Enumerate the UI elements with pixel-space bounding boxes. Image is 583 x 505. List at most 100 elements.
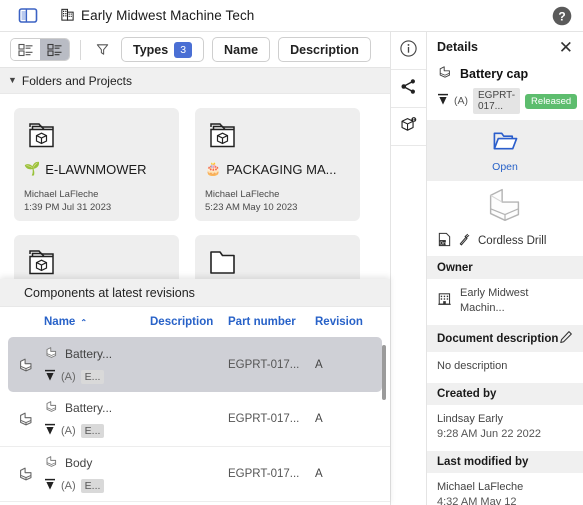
table-cell-part-number: EGPRT-017... — [228, 413, 300, 425]
details-section-label: Last modified by — [437, 456, 529, 468]
details-title: Details — [437, 40, 478, 54]
row-name-text: Battery... — [65, 346, 113, 361]
filter-chip-label: Types — [133, 42, 169, 57]
project-folder-icon — [207, 120, 350, 154]
table-row[interactable]: Body (A) E... EGPRT-017... A — [0, 447, 390, 502]
part-icon — [44, 345, 59, 363]
filter-chip-description[interactable]: Description — [278, 37, 371, 62]
pencil-edit-icon[interactable] — [559, 330, 573, 347]
workspace-title: Early Midwest Machine Tech — [60, 7, 254, 25]
sidebar-panel-icon[interactable] — [18, 7, 38, 24]
row-name-line: Battery... — [44, 399, 150, 417]
project-folder-icon — [26, 247, 169, 281]
details-identity: Battery cap (A) EGPRT-017... Released — [427, 62, 583, 120]
folder-card-owner: Michael LaFleche — [205, 189, 280, 200]
row-name-line: Battery... — [44, 345, 150, 363]
details-item-name-row: Battery cap — [437, 64, 573, 83]
details-modified-value: Michael LaFleche 4:32 AM May 12 — [427, 473, 583, 505]
toolbar-divider — [80, 39, 81, 60]
table-row[interactable]: Battery... (A) E... EGPRT-017... A — [0, 392, 390, 447]
document-icon: On — [437, 232, 452, 250]
details-owner-name: Early Midwest Machin... — [460, 287, 529, 314]
revision-marker-icon — [44, 478, 56, 494]
table-scrollbar[interactable] — [382, 345, 386, 400]
filter-count-badge: 3 — [174, 41, 193, 58]
row-revision-line: (A) E... — [44, 369, 150, 385]
folder-card-name-row: 🎂 PACKAGING MA... — [205, 161, 350, 177]
row-name-text: Body — [65, 456, 93, 470]
revision-marker-icon — [437, 93, 449, 109]
column-header-name[interactable]: Name ⌃ — [44, 316, 150, 328]
folder-card-name: PACKAGING MA... — [226, 161, 337, 177]
row-revision-chip: E... — [80, 479, 105, 493]
folder-card-name: E-LAWNMOWER — [45, 161, 147, 177]
right-icon-rail — [390, 32, 426, 505]
share-icon — [399, 77, 418, 101]
project-folder-icon — [26, 120, 169, 154]
folder-card-modified: 1:39 PM Jul 31 2023 — [24, 202, 112, 213]
tree-view-icon[interactable] — [40, 39, 69, 60]
row-revision-letter: (A) — [61, 425, 76, 437]
folder-card-meta: Michael LaFleche 1:39 PM Jul 31 2023 — [24, 188, 169, 214]
filter-chip-name[interactable]: Name — [212, 37, 271, 62]
part-icon — [44, 399, 59, 417]
page-title: Early Midwest Machine Tech — [81, 8, 255, 23]
details-section-label: Document description — [437, 332, 559, 345]
plain-folder-icon — [207, 247, 350, 281]
rail-button-info[interactable] — [391, 32, 426, 70]
section-folders-and-projects[interactable]: ▼ Folders and Projects — [0, 68, 390, 94]
details-item-subrow: (A) EGPRT-017... Released — [437, 88, 578, 114]
details-section-owner: Owner — [427, 257, 583, 279]
folder-card[interactable]: 🎂 PACKAGING MA... Michael LaFleche 5:23 … — [195, 108, 360, 221]
column-header-description[interactable]: Description — [150, 316, 228, 328]
row-revision-letter: (A) — [61, 480, 76, 492]
open-document-button[interactable]: Open — [427, 120, 583, 181]
part-icon — [44, 454, 59, 472]
row-revision-letter: (A) — [61, 370, 76, 383]
table-cell-part-number: EGPRT-017... — [228, 468, 300, 480]
revision-marker-icon — [44, 369, 56, 385]
info-circle-icon — [399, 39, 418, 63]
column-header-revision[interactable]: Revision — [315, 316, 375, 328]
wrench-icon — [458, 233, 472, 250]
rail-button-versions[interactable] — [391, 108, 426, 146]
view-mode-toggle[interactable] — [10, 38, 70, 61]
part-3d-preview-icon — [427, 181, 583, 227]
table-header-row: Name ⌃ Description Part number Revision — [0, 307, 390, 337]
filter-toolbar: Types 3 Name Description — [0, 32, 390, 68]
details-created-value: Lindsay Early 9:28 AM Jun 22 2022 — [427, 405, 583, 451]
table-cell-revision: A — [315, 468, 323, 480]
components-panel-title: Components at latest revisions — [0, 279, 390, 307]
top-bar: Early Midwest Machine Tech ? — [0, 0, 583, 32]
filter-funnel-icon[interactable] — [91, 39, 113, 61]
details-panel: Details ✕ Battery cap (A) EGPRT-017... R… — [426, 32, 583, 505]
rail-button-share[interactable] — [391, 70, 426, 108]
close-x-icon[interactable]: ✕ — [559, 39, 573, 56]
application-window: Early Midwest Machine Tech ? Types 3 Nam… — [0, 0, 583, 505]
row-revision-chip: E... — [80, 369, 105, 384]
row-revision-chip: E... — [80, 424, 105, 438]
help-circle-icon[interactable]: ? — [551, 5, 573, 27]
details-section-label: Created by — [437, 388, 497, 400]
filter-chip-types[interactable]: Types 3 — [121, 37, 205, 62]
list-view-icon[interactable] — [11, 39, 40, 60]
folder-card-meta: Michael LaFleche 5:23 AM May 10 2023 — [205, 188, 350, 214]
column-header-part-number[interactable]: Part number — [228, 316, 315, 328]
chevron-down-icon: ▼ — [8, 74, 17, 85]
open-folder-icon — [492, 129, 519, 158]
filter-chip-label: Description — [290, 42, 359, 57]
row-name-line: Body — [44, 454, 150, 472]
part-icon — [8, 465, 44, 483]
table-cell-name: Battery... (A) E... — [44, 399, 150, 439]
building-icon — [60, 7, 75, 25]
details-context-row[interactable]: On Cordless Drill — [427, 227, 583, 257]
folder-card-name-row: 🌱 E-LAWNMOWER — [24, 161, 169, 177]
table-cell-part-number: EGPRT-017... — [228, 358, 300, 371]
table-row[interactable]: Battery... (A) E... EGPRT-017... A — [8, 337, 382, 392]
table-cell-name: Body (A) E... — [44, 454, 150, 494]
folder-emoji-icon: 🎂 — [205, 161, 222, 176]
part-icon — [8, 410, 44, 428]
details-context-name: Cordless Drill — [478, 235, 547, 247]
body-region: Types 3 Name Description ▼ Folders and P… — [0, 32, 583, 505]
folder-card[interactable]: 🌱 E-LAWNMOWER Michael LaFleche 1:39 PM J… — [14, 108, 179, 221]
